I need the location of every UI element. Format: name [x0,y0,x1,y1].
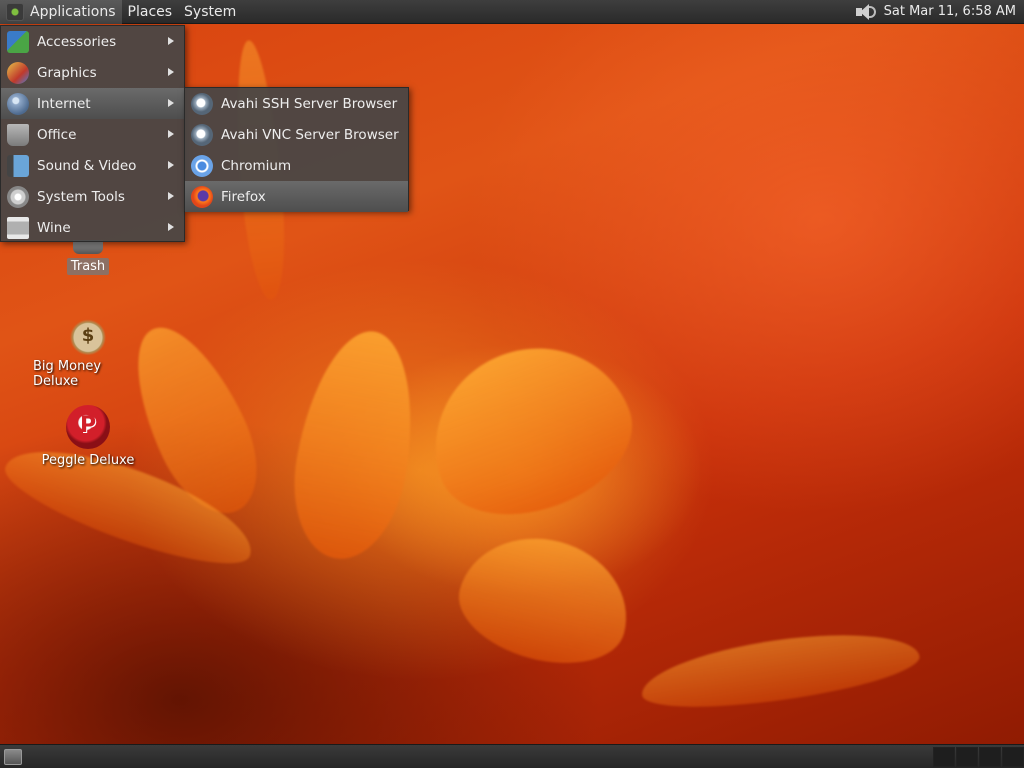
places-menu-button[interactable]: Places [122,0,179,24]
office-icon [7,123,29,146]
money-bag-icon: $ [66,311,110,355]
menu-item-label: Accessories [37,33,117,50]
internet-submenu: Avahi SSH Server Browser Avahi VNC Serve… [184,87,409,212]
menu-item-label: System Tools [37,188,125,205]
menu-item-firefox[interactable]: Firefox [185,181,408,212]
submenu-arrow-icon [168,37,174,45]
menu-item-wine[interactable]: Wine [1,212,184,243]
menu-item-system-tools[interactable]: System Tools [1,181,184,212]
menu-item-label: Firefox [221,188,266,205]
desktop-icon-peggle-deluxe[interactable]: P Peggle Deluxe [33,405,143,468]
workspace-switcher-1[interactable] [933,746,955,767]
firefox-icon [191,185,213,208]
menu-item-graphics[interactable]: Graphics [1,57,184,88]
menu-item-label: Wine [37,219,71,236]
submenu-arrow-icon [168,192,174,200]
menu-item-accessories[interactable]: Accessories [1,26,184,57]
avahi-ssh-icon [191,92,213,115]
menu-item-label: Avahi VNC Server Browser [221,126,399,143]
accessories-icon [7,30,29,53]
applications-logo-icon [6,2,24,21]
workspace-switcher-4[interactable] [1002,746,1024,767]
bottom-panel [0,744,1024,768]
menu-item-office[interactable]: Office [1,119,184,150]
menu-item-sound-video[interactable]: Sound & Video [1,150,184,181]
menu-item-label: Avahi SSH Server Browser [221,95,398,112]
desktop-icon-label: Trash [66,258,110,275]
menu-item-label: Office [37,126,77,143]
submenu-arrow-icon [168,68,174,76]
internet-icon [7,92,29,115]
avahi-vnc-icon [191,123,213,146]
menu-item-chromium[interactable]: Chromium [185,150,408,181]
workspace-switcher-2[interactable] [956,746,978,767]
desktop-icon-label: Peggle Deluxe [41,453,135,468]
wine-icon [7,216,29,239]
top-panel: Applications Places System Sat Mar 11, 6… [0,0,1024,24]
menu-item-label: Chromium [221,157,292,174]
menu-item-label: Sound & Video [37,157,137,174]
chromium-icon [191,154,213,177]
menu-item-avahi-vnc[interactable]: Avahi VNC Server Browser [185,119,408,150]
menu-item-label: Internet [37,95,91,112]
applications-menu-label: Applications [30,3,116,20]
menu-item-avahi-ssh[interactable]: Avahi SSH Server Browser [185,88,408,119]
submenu-arrow-icon [168,130,174,138]
applications-menu-button[interactable]: Applications [0,0,122,24]
system-menu-label: System [184,3,237,20]
desktop-icon-trash[interactable]: Trash [33,240,143,275]
places-menu-label: Places [127,3,173,20]
desktop-icon-label: Big Money Deluxe [33,359,102,389]
peggle-icon: P [66,405,110,449]
panel-clock[interactable]: Sat Mar 11, 6:58 AM [884,4,1016,19]
workspace-switcher-3[interactable] [979,746,1001,767]
system-tools-icon [7,185,29,208]
submenu-arrow-icon [168,223,174,231]
desktop-icon-big-money-deluxe[interactable]: $ Big Money Deluxe [33,311,143,389]
menu-item-internet[interactable]: Internet [1,88,184,119]
applications-menu: Accessories Graphics Internet Office Sou… [0,25,185,242]
submenu-arrow-icon [168,161,174,169]
show-desktop-icon[interactable] [4,748,22,765]
submenu-arrow-icon [168,99,174,107]
sound-video-icon [7,154,29,177]
graphics-icon [7,61,29,84]
menu-item-label: Graphics [37,64,97,81]
volume-icon[interactable] [854,3,876,21]
system-menu-button[interactable]: System [178,0,242,24]
